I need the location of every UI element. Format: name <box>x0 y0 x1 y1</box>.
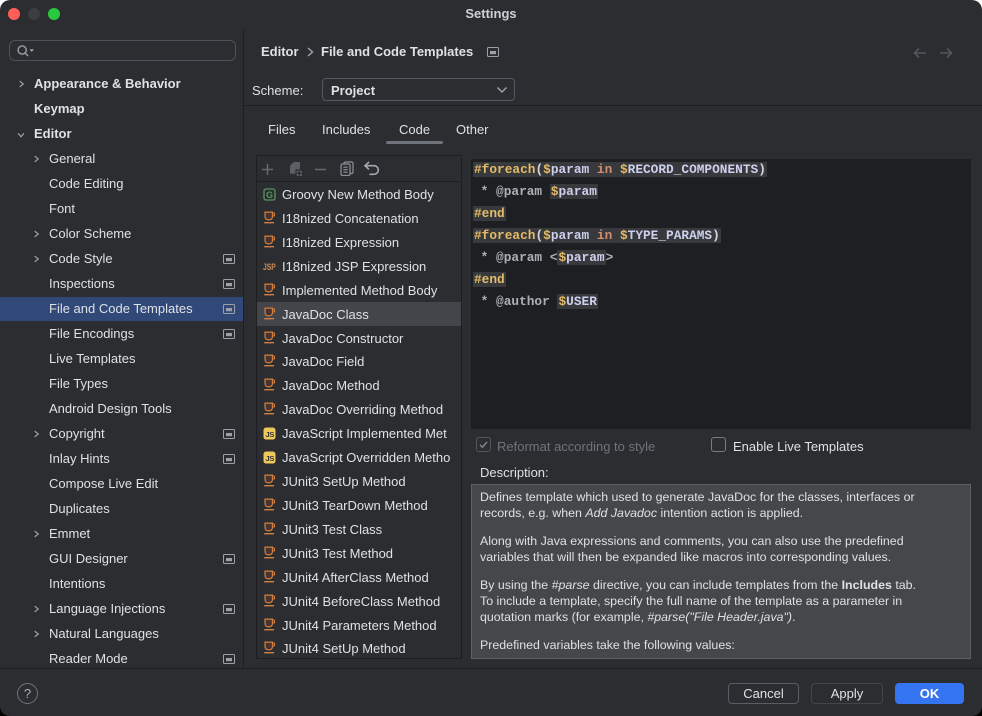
svg-text:JSP: JSP <box>263 262 276 273</box>
svg-text:G: G <box>266 189 273 199</box>
svg-text:JS: JS <box>265 430 274 439</box>
svg-text:JS: JS <box>265 454 274 463</box>
